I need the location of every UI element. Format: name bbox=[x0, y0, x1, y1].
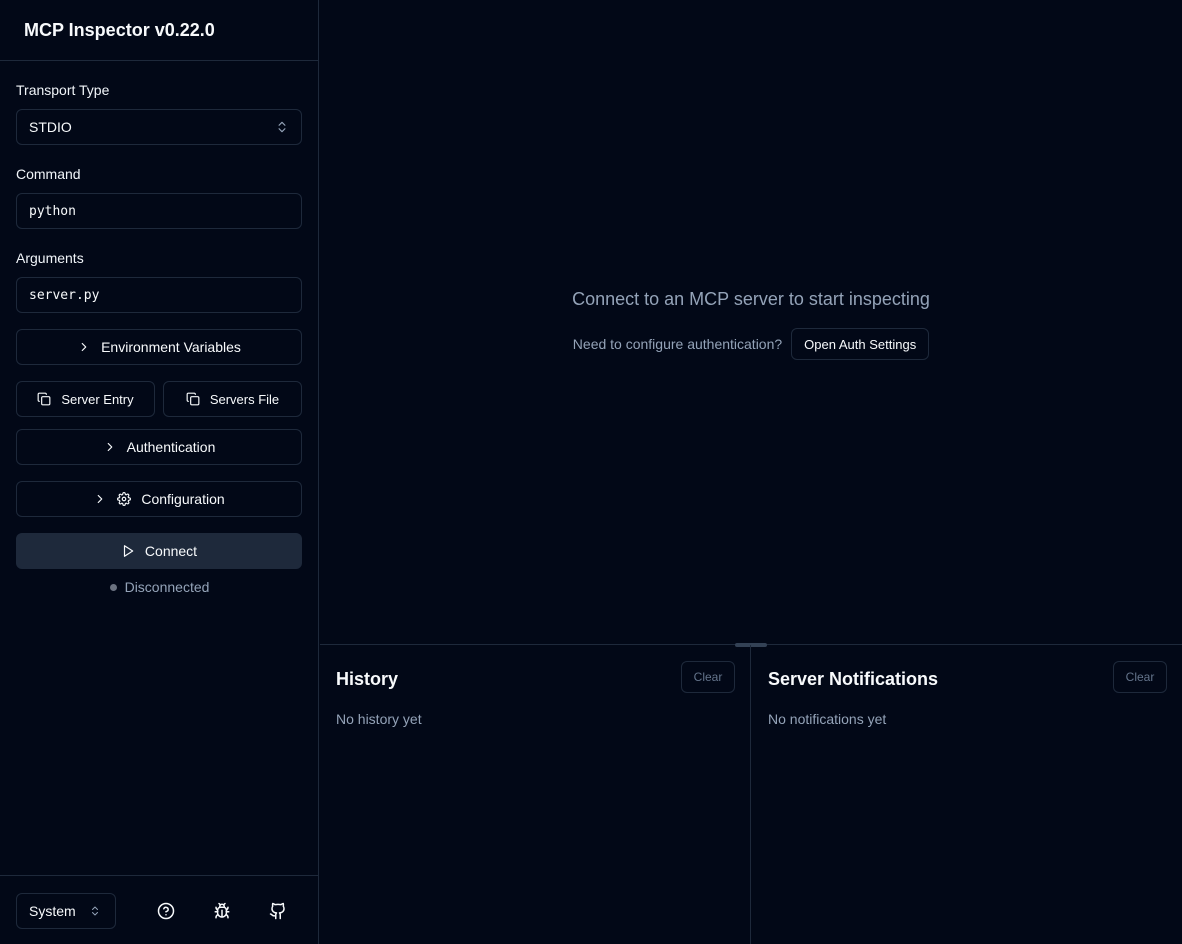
theme-select[interactable]: System bbox=[16, 893, 116, 929]
notifications-clear-button[interactable]: Clear bbox=[1113, 661, 1167, 693]
help-circle-icon[interactable] bbox=[156, 901, 176, 921]
server-notifications-title: Server Notifications bbox=[768, 669, 939, 689]
command-input[interactable]: python bbox=[16, 193, 302, 229]
play-icon bbox=[121, 544, 135, 558]
arguments-value: server.py bbox=[29, 287, 100, 303]
copy-icon bbox=[186, 392, 200, 406]
environment-variables-label: Environment Variables bbox=[101, 339, 241, 355]
server-entry-label: Server Entry bbox=[61, 391, 134, 407]
server-notifications-panel: Server Notifications Clear No notificati… bbox=[752, 645, 1182, 944]
theme-value: System bbox=[29, 903, 76, 919]
chevrons-up-down-icon bbox=[275, 120, 289, 134]
environment-variables-button[interactable]: Environment Variables bbox=[16, 329, 302, 365]
connect-button[interactable]: Connect bbox=[16, 533, 302, 569]
main-content: Connect to an MCP server to start inspec… bbox=[320, 0, 1182, 944]
transport-type-label: Transport Type bbox=[16, 82, 110, 98]
transport-type-value: STDIO bbox=[29, 119, 72, 135]
bug-icon[interactable] bbox=[212, 901, 232, 921]
history-clear-button[interactable]: Clear bbox=[681, 661, 735, 693]
authentication-button[interactable]: Authentication bbox=[16, 429, 302, 465]
history-empty-text: No history yet bbox=[336, 711, 422, 727]
chevron-right-icon bbox=[103, 440, 117, 454]
command-value: python bbox=[29, 203, 76, 219]
auth-prompt-text: Need to configure authentication? bbox=[572, 336, 783, 352]
authentication-label: Authentication bbox=[126, 439, 216, 455]
chevron-right-icon bbox=[77, 340, 91, 354]
copy-icon bbox=[37, 392, 51, 406]
status-dot bbox=[109, 583, 117, 591]
history-panel: History Clear No history yet bbox=[320, 645, 751, 944]
auth-prompt-row: Need to configure authentication? Open A… bbox=[320, 328, 1182, 360]
servers-file-label: Servers File bbox=[209, 391, 280, 407]
inspector-area: Connect to an MCP server to start inspec… bbox=[320, 0, 1182, 644]
github-icon[interactable] bbox=[268, 901, 288, 921]
connection-status: Disconnected bbox=[0, 579, 319, 595]
empty-state-title: Connect to an MCP server to start inspec… bbox=[572, 289, 930, 309]
command-label: Command bbox=[16, 166, 81, 182]
sidebar: MCP Inspector v0.22.0 Transport Type STD… bbox=[0, 0, 319, 944]
sidebar-footer: System bbox=[0, 875, 319, 944]
settings-icon bbox=[117, 492, 132, 506]
server-entry-button[interactable]: Server Entry bbox=[16, 381, 155, 417]
configuration-button[interactable]: Configuration bbox=[16, 481, 302, 517]
notifications-empty-text: No notifications yet bbox=[768, 711, 887, 727]
sidebar-header: MCP Inspector v0.22.0 bbox=[0, 0, 318, 61]
chevrons-up-down-icon bbox=[89, 905, 101, 917]
connect-label: Connect bbox=[144, 543, 198, 559]
arguments-label: Arguments bbox=[16, 250, 84, 266]
chevron-right-icon bbox=[93, 492, 107, 506]
status-text: Disconnected bbox=[124, 579, 210, 595]
app-root: MCP Inspector v0.22.0 Transport Type STD… bbox=[0, 0, 1182, 944]
configuration-label: Configuration bbox=[141, 491, 225, 507]
open-auth-settings-button[interactable]: Open Auth Settings bbox=[791, 328, 930, 360]
app-title: MCP Inspector v0.22.0 bbox=[24, 20, 215, 40]
transport-type-select[interactable]: STDIO bbox=[16, 109, 302, 145]
servers-file-button[interactable]: Servers File bbox=[163, 381, 302, 417]
arguments-input[interactable]: server.py bbox=[16, 277, 302, 313]
history-title: History bbox=[336, 669, 399, 689]
